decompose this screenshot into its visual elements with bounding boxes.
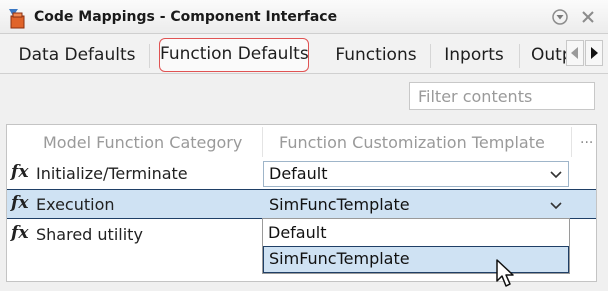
template-dropdown-list: Default SimFuncTemplate	[262, 218, 570, 274]
chevron-left-icon	[571, 47, 578, 59]
mouse-pointer-icon	[496, 259, 514, 287]
template-select[interactable]: Default	[263, 161, 569, 187]
chevron-down-icon	[550, 202, 562, 210]
category-cell: Initialize/Terminate	[36, 164, 188, 183]
function-icon: fx	[11, 162, 29, 182]
template-value: SimFuncTemplate	[269, 195, 410, 214]
tab-data-defaults[interactable]: Data Defaults	[12, 38, 142, 72]
dropdown-option-simfunctemplate[interactable]: SimFuncTemplate	[263, 246, 569, 273]
title-bar: Code Mappings - Component Interface	[0, 0, 608, 34]
tab-bar: Data Defaults Function Defaults Function…	[0, 34, 608, 74]
chevron-right-icon	[591, 47, 598, 59]
tab-outports[interactable]: Outports	[526, 38, 566, 72]
tab-scroll-left-button[interactable]	[566, 40, 584, 66]
close-icon[interactable]	[578, 7, 598, 27]
dropdown-option-default[interactable]: Default	[263, 220, 569, 247]
category-cell: Shared utility	[36, 225, 143, 244]
matlab-cube-icon	[9, 9, 25, 29]
table-row[interactable]: fx Execution SimFuncTemplate	[7, 189, 596, 219]
tab-scroll-right-button[interactable]	[585, 40, 603, 66]
category-cell: Execution	[36, 195, 115, 214]
tab-inports[interactable]: Inports	[436, 38, 512, 72]
template-select[interactable]: SimFuncTemplate	[263, 192, 569, 218]
chevron-down-icon	[550, 171, 562, 179]
column-header-template[interactable]: Function Customization Template	[279, 133, 545, 152]
column-header-category[interactable]: Model Function Category	[43, 133, 242, 152]
tab-functions[interactable]: Functions	[326, 38, 426, 72]
window-title: Code Mappings - Component Interface	[34, 9, 338, 25]
function-icon: fx	[11, 193, 29, 213]
filter-input[interactable]	[409, 82, 595, 110]
table-row[interactable]: fx Initialize/Terminate Default	[7, 159, 596, 189]
options-circle-icon[interactable]	[550, 7, 570, 27]
more-columns-indicator[interactable]: ...	[580, 131, 593, 147]
tab-function-defaults[interactable]: Function Defaults	[159, 38, 309, 72]
template-value: Default	[269, 164, 328, 183]
function-icon: fx	[11, 223, 29, 243]
